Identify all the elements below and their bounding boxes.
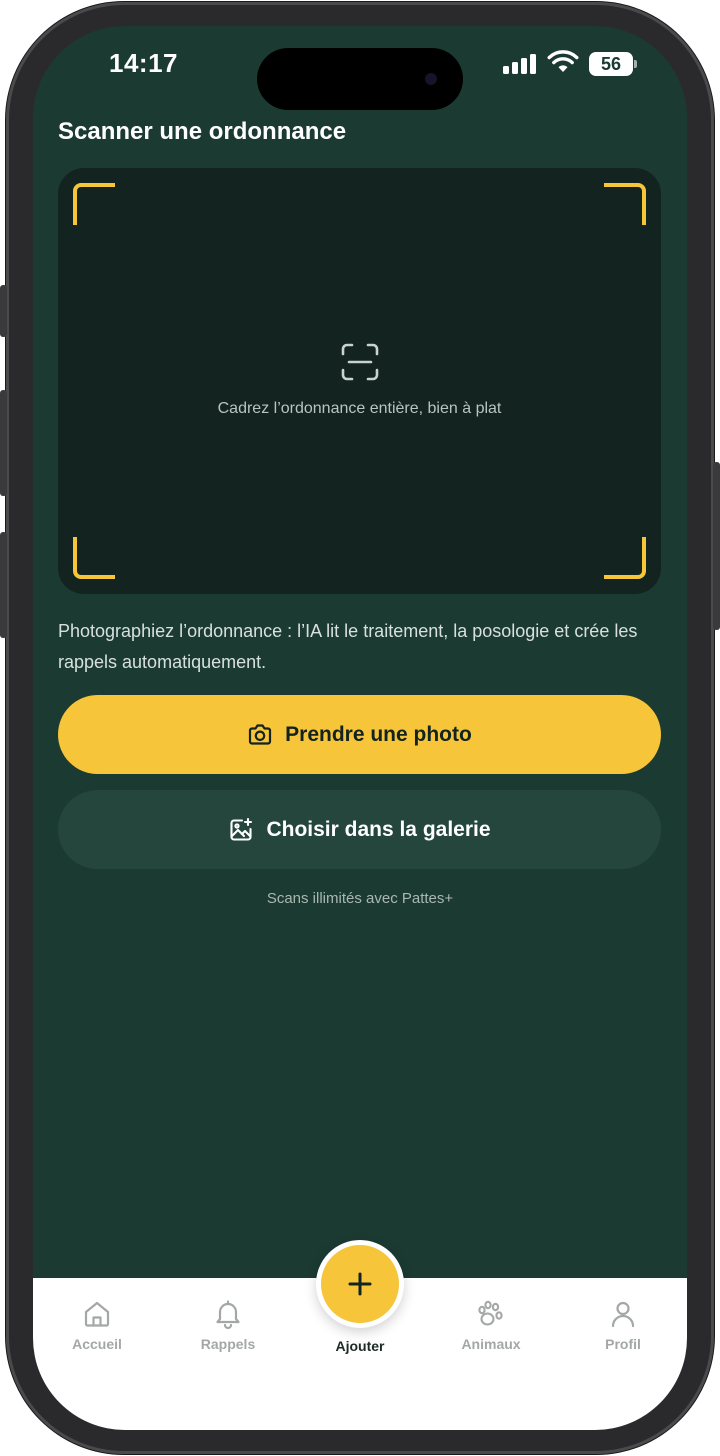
battery-indicator: 56 — [589, 52, 637, 76]
choose-gallery-label: Choisir dans la galerie — [266, 817, 491, 841]
scan-document-icon — [341, 343, 379, 381]
cellular-signal-icon — [503, 54, 537, 74]
home-icon — [84, 1301, 110, 1327]
camera-icon — [249, 723, 272, 745]
page-title: Scanner une ordonnance — [58, 118, 347, 145]
take-photo-label: Prendre une photo — [285, 722, 472, 746]
power-button — [713, 462, 720, 630]
tab-pets[interactable]: Animaux — [441, 1298, 541, 1352]
battery-tip — [634, 60, 637, 68]
app-screen: 14:17 56 Scanner une ordonnance Cadrez l… — [33, 26, 687, 1430]
viewfinder-corner-bottom-right — [604, 537, 646, 579]
battery-level: 56 — [589, 52, 633, 76]
dynamic-island — [257, 48, 463, 110]
tab-pets-label: Animaux — [461, 1336, 521, 1352]
tab-home-label: Accueil — [72, 1336, 122, 1352]
viewfinder-corner-bottom-left — [73, 537, 115, 579]
choose-gallery-button[interactable]: Choisir dans la galerie — [58, 790, 661, 869]
tab-home[interactable]: Accueil — [47, 1298, 147, 1352]
volume-down-button — [0, 532, 7, 638]
front-camera — [425, 73, 437, 85]
scan-hint: Cadrez l’ordonnance entière, bien à plat — [217, 400, 502, 417]
take-photo-button[interactable]: Prendre une photo — [58, 695, 661, 774]
tab-profile-label: Profil — [605, 1336, 641, 1352]
status-time: 14:17 — [109, 48, 178, 78]
tab-profile[interactable]: Profil — [573, 1298, 673, 1352]
scan-viewfinder: Cadrez l’ordonnance entière, bien à plat — [58, 168, 661, 594]
scan-description: Photographiez l’ordonnance : l’IA lit le… — [58, 621, 638, 672]
wifi-icon — [547, 50, 579, 72]
volume-up-button — [0, 390, 7, 496]
bell-icon — [216, 1300, 240, 1330]
tab-add-label[interactable]: Ajouter — [310, 1338, 410, 1354]
upsell-note: Scans illimités avec Pattes+ — [266, 890, 454, 907]
tab-reminders[interactable]: Rappels — [178, 1298, 278, 1352]
tab-reminders-label: Rappels — [200, 1336, 256, 1352]
plus-icon — [348, 1272, 372, 1296]
action-button — [0, 285, 7, 337]
viewfinder-corner-top-right — [604, 183, 646, 225]
paw-icon — [478, 1300, 503, 1326]
user-icon — [611, 1301, 635, 1328]
add-button[interactable] — [316, 1240, 404, 1328]
viewfinder-corner-top-left — [73, 183, 115, 225]
gallery-add-icon — [230, 817, 253, 841]
